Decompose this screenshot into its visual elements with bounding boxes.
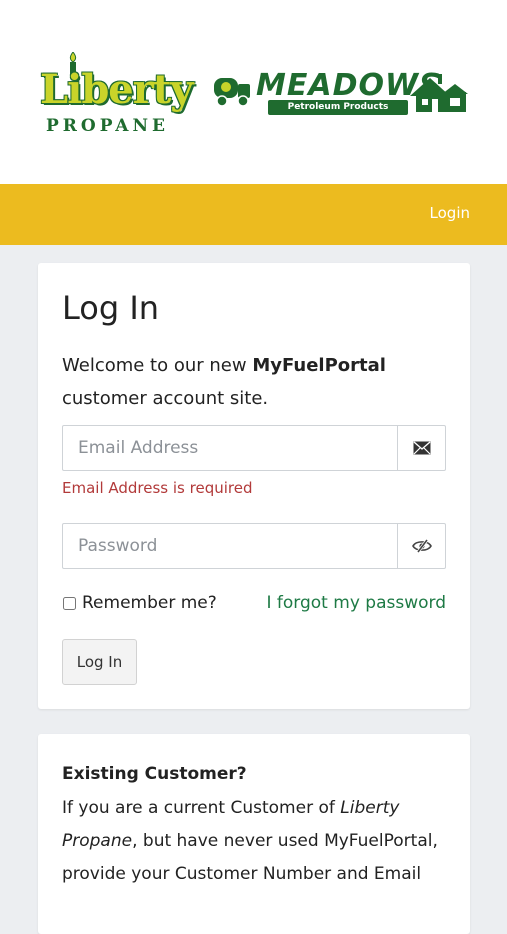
site-header: Liberty PROPANE MEADOWS Petroleum Produc…: [0, 0, 507, 184]
remember-me-label: Remember me?: [82, 593, 217, 613]
welcome-suffix: customer account site.: [62, 388, 269, 409]
existing-customer-heading: Existing Customer?: [62, 764, 247, 784]
forgot-password-link[interactable]: I forgot my password: [267, 593, 447, 613]
email-field[interactable]: [63, 426, 398, 470]
envelope-icon: [413, 441, 430, 455]
password-visibility-toggle[interactable]: [397, 524, 445, 568]
existing-customer-card: Existing Customer? If you are a current …: [38, 734, 470, 934]
liberty-propane-logo[interactable]: Liberty PROPANE: [36, 52, 196, 138]
email-input-group: [62, 425, 446, 471]
nav-login-link[interactable]: Login: [430, 204, 470, 222]
email-addon: [397, 426, 445, 470]
login-button[interactable]: Log In: [62, 639, 137, 685]
liberty-wordmark: Liberty: [40, 66, 194, 113]
remember-me[interactable]: Remember me?: [62, 593, 217, 613]
meadows-logo[interactable]: MEADOWS Petroleum Products: [212, 68, 470, 120]
password-field[interactable]: [63, 524, 398, 568]
fuel-truck-icon: [214, 78, 250, 107]
login-card: Log In Welcome to our new MyFuelPortal c…: [38, 263, 470, 709]
welcome-message: Welcome to our new MyFuelPortal customer…: [62, 349, 452, 415]
propane-wordmark: PROPANE: [46, 116, 169, 136]
meadows-tagline: Petroleum Products: [268, 100, 408, 115]
eye-slash-icon: [411, 539, 432, 553]
email-error-message: Email Address is required: [62, 479, 253, 497]
remember-me-checkbox[interactable]: [63, 596, 76, 610]
top-navbar: Login: [0, 184, 507, 245]
existing-customer-text: If you are a current Customer of Liberty…: [62, 792, 452, 891]
existing-text-part1: If you are a current Customer of: [62, 798, 341, 818]
page-title: Log In: [62, 289, 160, 327]
house-icon: [410, 74, 468, 112]
password-input-group: [62, 523, 446, 569]
portal-name: MyFuelPortal: [252, 355, 386, 376]
welcome-prefix: Welcome to our new: [62, 355, 253, 376]
